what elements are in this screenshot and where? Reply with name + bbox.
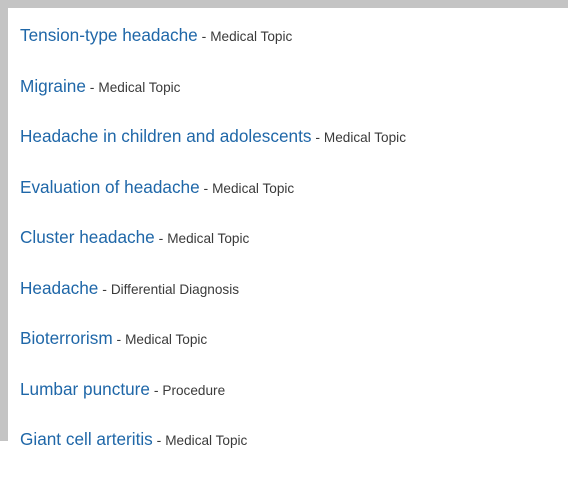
result-type-label: Medical Topic	[98, 79, 181, 95]
result-separator: -	[149, 381, 163, 398]
result-link-giant-cell-arteritis[interactable]: Giant cell arteritis	[20, 429, 153, 449]
result-link-tension-type-headache[interactable]: Tension-type headache	[20, 25, 198, 45]
result-item-bioterrorism: Bioterrorism - Medical Topic	[20, 327, 568, 378]
result-link-cluster-headache[interactable]: Cluster headache	[20, 227, 155, 247]
result-item-lumbar-puncture: Lumbar puncture - Procedure	[20, 378, 568, 429]
result-type-label: Medical Topic	[212, 180, 295, 196]
result-item-evaluation-of-headache: Evaluation of headache - Medical Topic	[20, 176, 568, 227]
result-item-migraine: Migraine - Medical Topic	[20, 75, 568, 126]
result-separator: -	[112, 331, 126, 347]
result-item-tension-type-headache: Tension-type headache - Medical Topic	[20, 24, 568, 75]
result-item-headache-children: Headache in children and adolescents - M…	[20, 125, 568, 176]
result-type-label: Medical Topic	[167, 231, 250, 246]
result-type-label: Differential Diagnosis	[110, 281, 240, 297]
result-link-migraine[interactable]: Migraine	[20, 76, 86, 96]
result-separator: -	[85, 78, 99, 95]
results-panel: Tension-type headache - Medical Topic Mi…	[0, 0, 568, 449]
result-separator: -	[199, 179, 213, 196]
result-separator: -	[197, 28, 211, 44]
result-link-headache-children[interactable]: Headache in children and adolescents	[20, 126, 311, 146]
result-separator: -	[154, 230, 168, 246]
result-item-giant-cell-arteritis: Giant cell arteritis - Medical Topic	[20, 428, 568, 479]
result-type-label: Medical Topic	[125, 332, 208, 347]
result-item-headache: Headache - Differential Diagnosis	[20, 277, 568, 328]
result-link-lumbar-puncture[interactable]: Lumbar puncture	[20, 379, 150, 399]
result-link-evaluation-of-headache[interactable]: Evaluation of headache	[20, 177, 200, 197]
result-type-label: Medical Topic	[210, 29, 293, 44]
result-link-bioterrorism[interactable]: Bioterrorism	[20, 328, 113, 348]
result-item-cluster-headache: Cluster headache - Medical Topic	[20, 226, 568, 277]
result-separator: -	[311, 129, 324, 145]
result-type-label: Medical Topic	[323, 130, 406, 145]
search-results-list: Tension-type headache - Medical Topic Mi…	[20, 24, 568, 479]
result-link-headache[interactable]: Headache	[20, 278, 98, 298]
result-separator: -	[152, 432, 166, 448]
result-separator: -	[98, 280, 111, 297]
result-type-label: Procedure	[162, 382, 226, 398]
